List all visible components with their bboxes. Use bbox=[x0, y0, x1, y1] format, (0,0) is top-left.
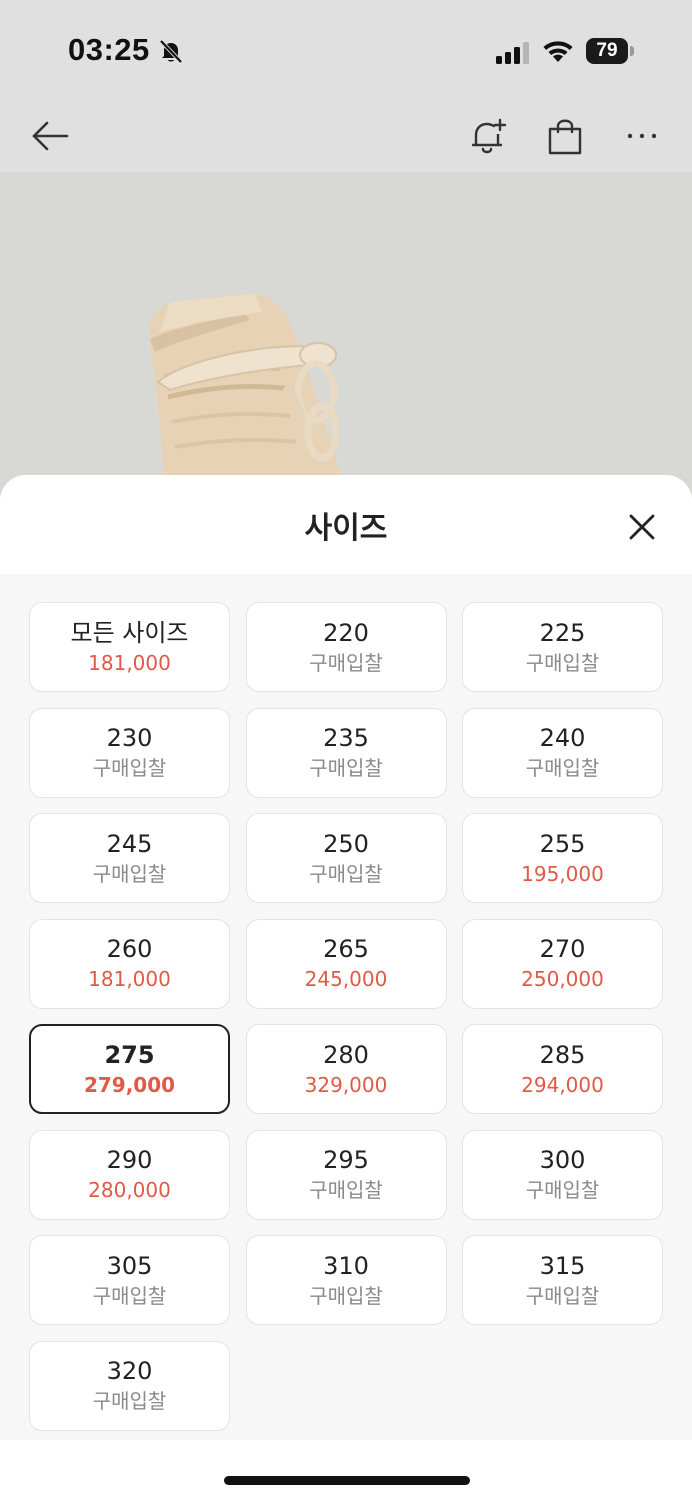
size-label: 255 bbox=[539, 829, 586, 858]
size-price: 250,000 bbox=[521, 967, 604, 991]
shopping-bag-icon bbox=[548, 119, 582, 155]
size-option[interactable]: 250 구매입찰 bbox=[245, 813, 447, 903]
size-option[interactable]: 260 181,000 bbox=[29, 918, 230, 1009]
size-option[interactable]: 230 구매입찰 bbox=[29, 707, 230, 798]
bid-label: 구매입찰 bbox=[92, 756, 167, 780]
bell-plus-icon bbox=[471, 118, 507, 154]
more-dots-icon bbox=[627, 133, 657, 139]
size-bottom-sheet: 사이즈 모든 사이즈 181,000 220 구매입찰 225 구매입찰 230 구매입찰 23… bbox=[0, 475, 692, 1500]
bid-label: 구매입찰 bbox=[525, 650, 600, 675]
size-price: 294,000 bbox=[521, 1072, 604, 1097]
size-label: 220 bbox=[323, 618, 369, 647]
size-option[interactable]: 235 구매입찰 bbox=[245, 707, 447, 798]
size-label: 260 bbox=[106, 935, 153, 963]
size-option[interactable]: 275 279,000 bbox=[29, 1024, 230, 1114]
close-icon bbox=[629, 514, 655, 540]
size-label: 모든 사이즈 bbox=[70, 618, 189, 647]
size-option[interactable]: 255 195,000 bbox=[462, 813, 663, 903]
size-label: 305 bbox=[106, 1251, 153, 1280]
back-button[interactable] bbox=[26, 112, 74, 160]
size-label: 290 bbox=[106, 1146, 153, 1174]
bid-label: 구매입찰 bbox=[309, 756, 383, 780]
size-option[interactable]: 270 250,000 bbox=[462, 918, 663, 1009]
bid-label: 구매입찰 bbox=[525, 1283, 600, 1308]
bid-label: 구매입찰 bbox=[309, 1283, 383, 1308]
alarm-add-button[interactable] bbox=[464, 112, 512, 160]
arrow-left-icon bbox=[32, 121, 69, 151]
size-option[interactable]: 280 329,000 bbox=[245, 1024, 447, 1114]
size-label: 275 bbox=[104, 1040, 155, 1069]
size-list-area: 모든 사이즈 181,000 220 구매입찰 225 구매입찰 230 구매입찰 235 구매입… bbox=[0, 574, 692, 1440]
size-option[interactable]: 320 구매입찰 bbox=[29, 1340, 230, 1431]
home-indicator bbox=[224, 1476, 470, 1485]
size-price: 245,000 bbox=[304, 967, 388, 991]
battery-icon: 79 bbox=[586, 38, 628, 64]
battery-tip bbox=[630, 46, 634, 56]
size-label: 250 bbox=[323, 829, 369, 858]
size-option[interactable]: 305 구매입찰 bbox=[29, 1235, 230, 1325]
size-price: 329,000 bbox=[304, 1072, 388, 1097]
size-price: 280,000 bbox=[88, 1178, 171, 1202]
size-label: 315 bbox=[539, 1251, 586, 1280]
size-label: 280 bbox=[323, 1040, 369, 1069]
size-label: 245 bbox=[106, 829, 153, 858]
size-price: 195,000 bbox=[521, 861, 604, 886]
size-label: 240 bbox=[539, 724, 586, 752]
bid-label: 구매입찰 bbox=[525, 1178, 600, 1202]
size-option[interactable]: 220 구매입찰 bbox=[245, 602, 447, 692]
signal-icon bbox=[496, 42, 529, 64]
size-option[interactable]: 310 구매입찰 bbox=[245, 1235, 447, 1325]
sheet-header: 사이즈 bbox=[0, 475, 692, 574]
status-bar: 03:25 79 bbox=[0, 0, 692, 100]
status-time: 03:25 bbox=[68, 32, 150, 67]
bid-label: 구매입찰 bbox=[525, 756, 600, 780]
size-option[interactable]: 290 280,000 bbox=[29, 1129, 230, 1220]
bid-label: 구매입찰 bbox=[309, 1178, 383, 1202]
size-label: 230 bbox=[106, 724, 153, 752]
size-label: 300 bbox=[539, 1146, 586, 1174]
size-label: 285 bbox=[539, 1040, 586, 1069]
size-label: 225 bbox=[539, 618, 586, 647]
top-nav-bar bbox=[0, 100, 692, 172]
bell-slash-icon bbox=[159, 39, 183, 64]
size-option[interactable]: 265 245,000 bbox=[245, 918, 447, 1009]
size-label: 270 bbox=[539, 935, 586, 963]
size-option[interactable]: 300 구매입찰 bbox=[462, 1129, 663, 1220]
bid-label: 구매입찰 bbox=[309, 861, 383, 886]
size-label: 235 bbox=[323, 724, 369, 752]
size-label: 265 bbox=[323, 935, 369, 963]
size-label: 320 bbox=[106, 1357, 153, 1385]
size-label: 295 bbox=[323, 1146, 369, 1174]
size-price: 181,000 bbox=[88, 650, 171, 675]
size-option[interactable]: 225 구매입찰 bbox=[462, 602, 663, 692]
size-grid: 모든 사이즈 181,000 220 구매입찰 225 구매입찰 230 구매입찰 235 구매입… bbox=[29, 602, 663, 1431]
bid-label: 구매입찰 bbox=[92, 1389, 167, 1413]
product-image bbox=[0, 172, 692, 502]
bid-label: 구매입찰 bbox=[309, 650, 383, 675]
size-option[interactable]: 295 구매입찰 bbox=[245, 1129, 447, 1220]
size-option[interactable]: 모든 사이즈 181,000 bbox=[29, 602, 230, 692]
size-option[interactable]: 285 294,000 bbox=[462, 1024, 663, 1114]
boot-image bbox=[149, 294, 345, 502]
size-option[interactable]: 240 구매입찰 bbox=[462, 707, 663, 798]
more-button[interactable] bbox=[618, 112, 666, 160]
wifi-icon bbox=[543, 41, 573, 62]
close-button[interactable] bbox=[618, 503, 666, 551]
sheet-title: 사이즈 bbox=[304, 511, 388, 546]
size-label: 310 bbox=[323, 1251, 369, 1280]
size-option[interactable]: 315 구매입찰 bbox=[462, 1235, 663, 1325]
size-option[interactable]: 245 구매입찰 bbox=[29, 813, 230, 903]
size-price: 279,000 bbox=[83, 1072, 176, 1097]
bid-label: 구매입찰 bbox=[92, 1283, 167, 1308]
size-price: 181,000 bbox=[88, 967, 171, 991]
shopping-bag-button[interactable] bbox=[541, 112, 589, 160]
bid-label: 구매입찰 bbox=[92, 861, 167, 886]
